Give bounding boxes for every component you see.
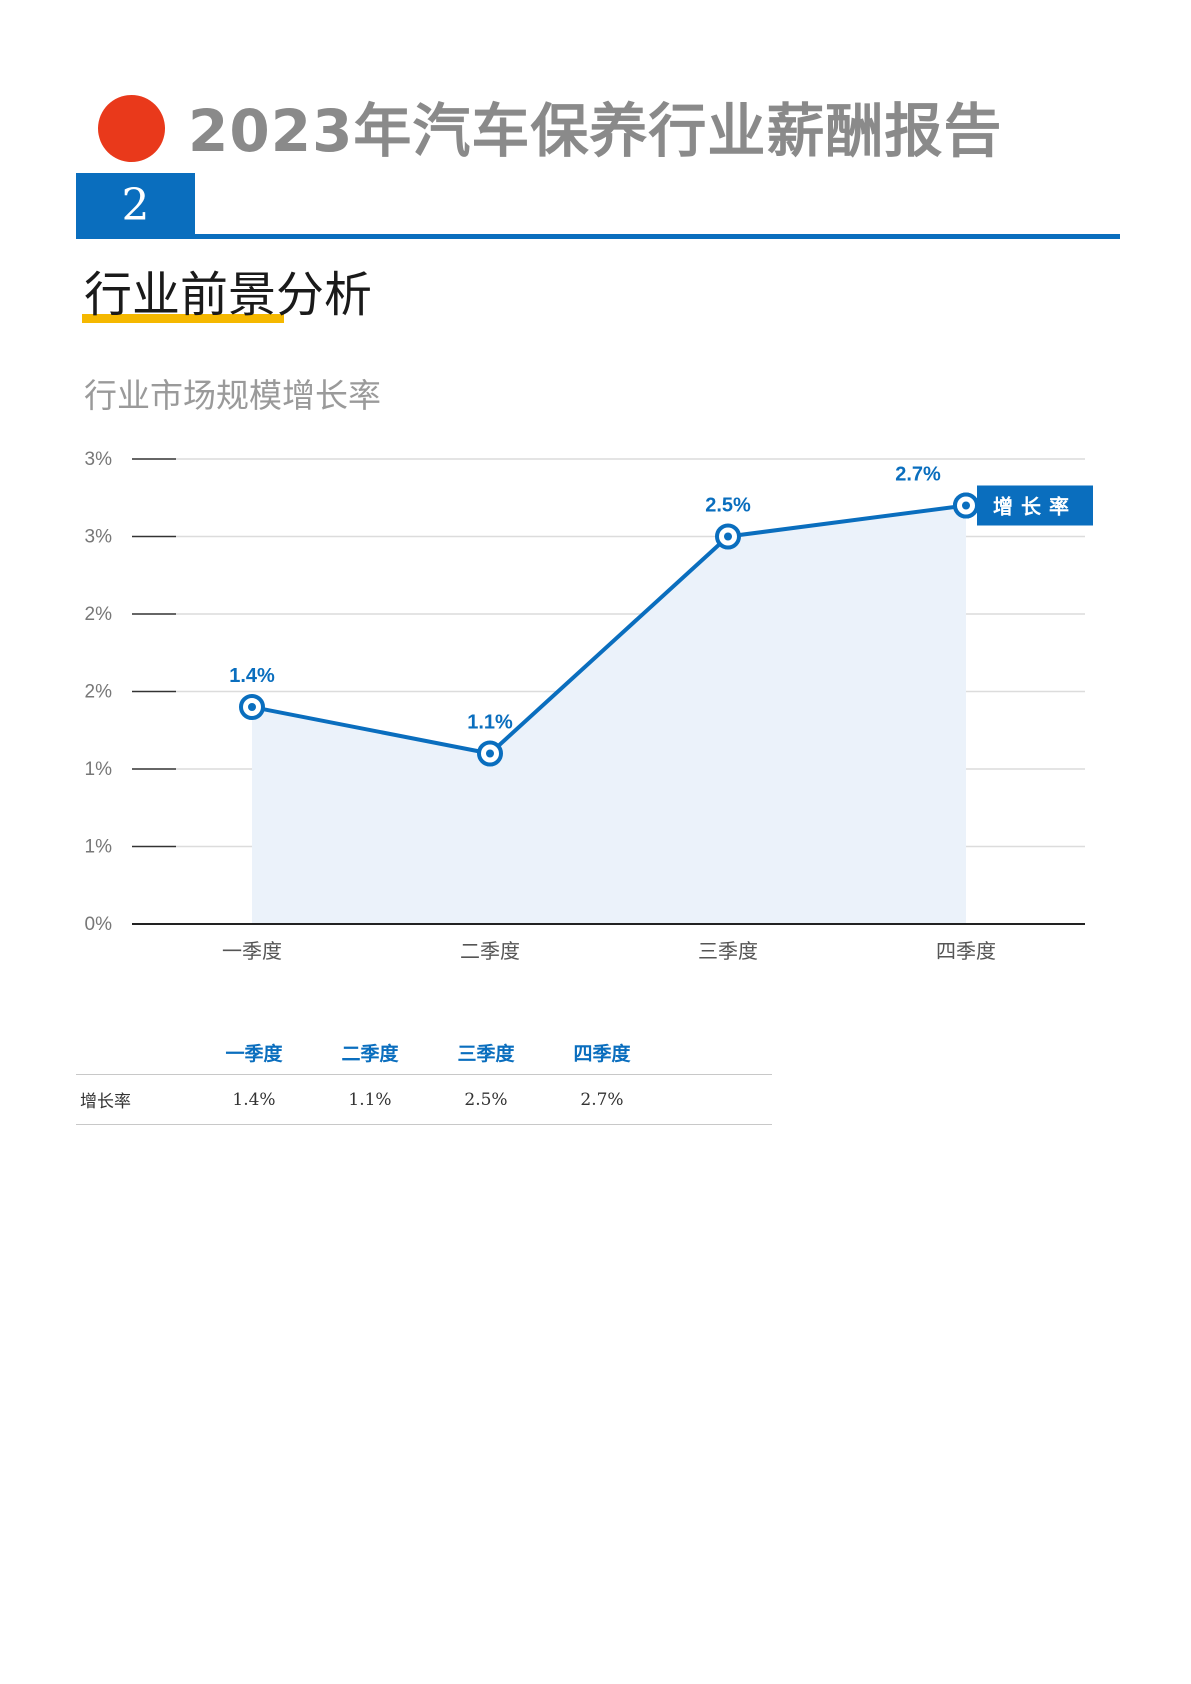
chart-legend: 增长率 (953, 485, 1093, 526)
table-cell: 2.7% (544, 1074, 660, 1125)
data-label: 2.5% (705, 495, 751, 517)
y-tick-label: 0% (85, 914, 113, 935)
y-tick-label: 1% (85, 759, 113, 780)
table-column-header: 二季度 (312, 1032, 428, 1075)
chart-title: 行业市场规模增长率 (84, 376, 381, 415)
legend-label: 增长率 (993, 495, 1077, 519)
table-column-header: 四季度 (544, 1032, 660, 1075)
x-tick-label: 一季度 (222, 939, 282, 963)
chart-area-fill (252, 505, 966, 924)
data-point (953, 492, 979, 519)
y-tick-label: 1% (85, 837, 113, 858)
table-cell: 2.5% (428, 1074, 544, 1125)
table-corner-cell (76, 1032, 196, 1075)
report-title: 2023年汽车保养行业薪酬报告 (188, 97, 1003, 165)
data-label: 1.1% (467, 712, 513, 734)
table-column-header: 三季度 (428, 1032, 544, 1075)
x-tick-label: 三季度 (698, 939, 758, 963)
data-point-center (962, 501, 970, 510)
chapter-divider (76, 234, 1120, 239)
table-column-header: 一季度 (196, 1032, 312, 1075)
table-row-label: 增长率 (76, 1074, 196, 1125)
data-point (715, 523, 741, 550)
growth-rate-line-chart: 1.4% 1.1% 2.5% 2.7% 增长率 0% 1% 1% 2% 2% 3% 3% 一季度 二季… (85, 449, 1093, 963)
data-point (477, 740, 503, 767)
y-tick-label: 2% (85, 682, 113, 703)
title-bullet-dot (98, 95, 165, 162)
table-row: 增长率 1.4% 1.1% 2.5% 2.7% (76, 1074, 772, 1125)
data-point-center (248, 703, 256, 711)
x-tick-label: 二季度 (460, 939, 520, 963)
data-table: 一季度 二季度 三季度 四季度 增长率 1.4% 1.1% 2.5% 2.7% (76, 1032, 772, 1125)
series-area (252, 505, 966, 924)
data-point-center (724, 532, 732, 541)
data-label: 1.4% (229, 665, 275, 687)
table-filler-cell (660, 1032, 772, 1075)
data-point-center (486, 749, 494, 758)
y-tick-label: 3% (85, 449, 113, 470)
chapter-number-badge: 2 (76, 173, 195, 238)
data-label: 2.7% (895, 464, 941, 486)
data-point (239, 694, 265, 720)
x-tick-label: 四季度 (936, 939, 996, 963)
table-cell: 1.4% (196, 1074, 312, 1125)
table-cell: 1.1% (312, 1074, 428, 1125)
y-tick-label: 2% (85, 604, 113, 625)
section-heading: 行业前景分析 (84, 267, 373, 323)
table-filler-cell (660, 1074, 772, 1125)
table-header-row: 一季度 二季度 三季度 四季度 (76, 1032, 772, 1075)
y-tick-label: 3% (85, 527, 113, 548)
